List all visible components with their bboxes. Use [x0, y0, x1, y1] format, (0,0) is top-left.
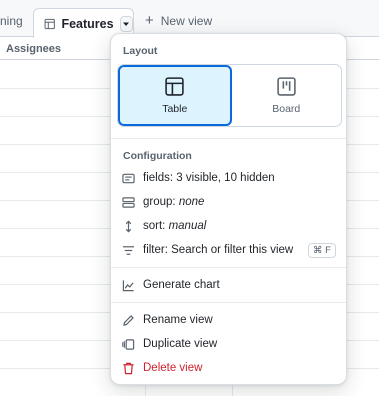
new-view-button[interactable]: + New view [145, 12, 213, 29]
filter-icon [122, 245, 135, 255]
fields-value: 3 visible, 10 hidden [176, 172, 275, 184]
menu-item-group[interactable]: group: none [122, 193, 336, 211]
graph-icon [122, 279, 134, 291]
group-label: group: [143, 196, 176, 208]
filter-label: filter: [143, 244, 168, 256]
view-tab-bar: ning Features + New view [0, 0, 379, 38]
trash-icon [123, 362, 134, 374]
menu-item-sort[interactable]: sort: manual [122, 217, 336, 235]
tab-previous-view[interactable]: ning [0, 14, 23, 28]
board-icon [277, 77, 296, 96]
sort-label: sort: [143, 220, 166, 232]
delete-view-label: Delete view [143, 362, 203, 374]
sort-value: manual [168, 220, 207, 232]
layout-option-table[interactable]: Table [118, 65, 232, 126]
layout-option-board-label: Board [272, 103, 301, 115]
group-icon [122, 196, 135, 208]
view-options-button[interactable] [119, 15, 133, 32]
duplicate-view-label: Duplicate view [143, 338, 218, 350]
duplicate-icon [122, 338, 135, 350]
menu-item-delete-view[interactable]: Delete view [122, 359, 336, 377]
group-value: none [178, 196, 205, 208]
layout-option-table-label: Table [162, 103, 188, 115]
menu-item-filter[interactable]: filter: Search or filter this view ⌘ F [122, 241, 336, 259]
tab-features-label: Features [61, 16, 114, 31]
table-icon [44, 18, 55, 29]
menu-divider [111, 138, 346, 139]
sort-icon [125, 220, 132, 232]
filter-value: Search or filter this view [171, 244, 294, 256]
configuration-section-title: Configuration [123, 150, 192, 162]
fields-label: fields: [143, 172, 174, 184]
menu-item-fields[interactable]: fields: 3 visible, 10 hidden [122, 169, 336, 187]
fields-icon [122, 173, 135, 183]
menu-divider [111, 267, 346, 268]
column-header-assignees[interactable]: Assignees [6, 43, 61, 55]
menu-item-rename-view[interactable]: Rename view [122, 311, 336, 329]
menu-item-duplicate-view[interactable]: Duplicate view [122, 335, 336, 353]
menu-divider [111, 302, 346, 303]
new-view-label: New view [160, 14, 213, 28]
plus-icon: + [145, 12, 154, 29]
view-options-menu: Layout Table Board Configuration fields:… [110, 33, 347, 385]
triangle-down-icon [123, 22, 130, 26]
generate-chart-label: Generate chart [143, 279, 220, 291]
layout-section-title: Layout [123, 45, 158, 57]
layout-option-board[interactable]: Board [232, 65, 342, 126]
layout-selector: Table Board [117, 64, 342, 127]
menu-item-generate-chart[interactable]: Generate chart [122, 276, 336, 294]
filter-shortcut: ⌘ F [308, 242, 336, 258]
table-icon [165, 77, 184, 96]
pencil-icon [123, 314, 134, 326]
rename-view-label: Rename view [143, 314, 213, 326]
